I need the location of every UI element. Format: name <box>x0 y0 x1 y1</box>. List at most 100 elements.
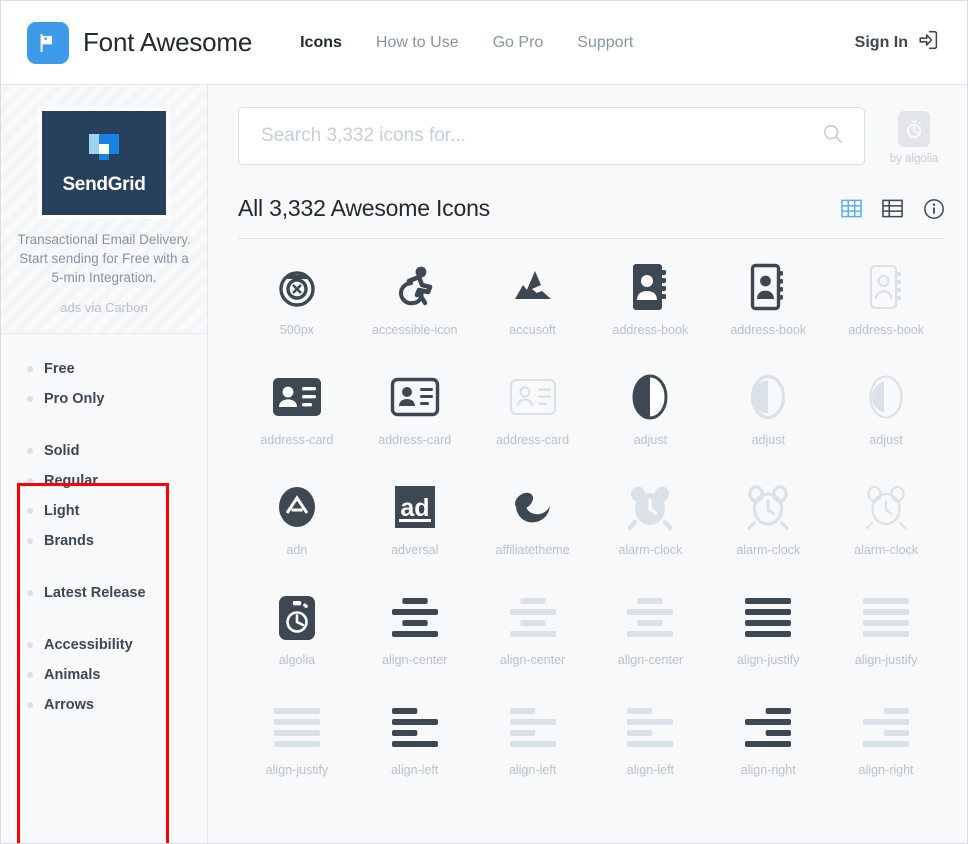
icon-tile[interactable]: address-book <box>592 243 710 353</box>
search-box[interactable] <box>238 107 865 165</box>
adjust-icon <box>628 369 672 425</box>
icon-tile[interactable]: address-card <box>238 353 356 463</box>
brand-logo-link[interactable]: Font Awesome <box>27 21 252 64</box>
results-header: All 3,332 Awesome Icons <box>238 195 945 239</box>
facet-free[interactable]: Free <box>1 354 207 384</box>
icon-tile[interactable]: address-book <box>709 243 827 353</box>
facet-group-categories: Accessibility Animals Arrows <box>1 630 207 720</box>
nav-item-support[interactable]: Support <box>577 34 633 52</box>
list-view-icon[interactable] <box>882 198 903 219</box>
icon-tile[interactable]: align-right <box>709 683 827 793</box>
icon-label: align-center <box>617 653 684 667</box>
bullet-icon <box>27 366 33 372</box>
icon-tile[interactable]: address-book <box>827 243 945 353</box>
icon-tile[interactable]: adjust <box>592 353 710 463</box>
nav-item-icons[interactable]: Icons <box>300 34 342 52</box>
facet-label: Light <box>44 503 80 519</box>
sign-in-button[interactable]: Sign In <box>855 30 941 55</box>
sidebar: SendGrid Transactional Email Delivery. S… <box>1 85 208 843</box>
icon-label: alarm-clock <box>854 543 919 557</box>
icon-label: address-card <box>496 433 570 447</box>
icon-tile[interactable]: accessible-icon <box>356 243 474 353</box>
icon-tile[interactable]: align-center <box>592 573 710 683</box>
nav-item-go-pro[interactable]: Go Pro <box>493 34 544 52</box>
facet-label: Latest Release <box>44 585 146 601</box>
align-center-icon <box>390 589 440 645</box>
icon-tile[interactable]: align-left <box>356 683 474 793</box>
align-left-icon <box>390 699 440 755</box>
icon-tile[interactable]: ad adversal <box>356 463 474 573</box>
adjust-icon <box>746 369 790 425</box>
facet-pro-only[interactable]: Pro Only <box>1 384 207 414</box>
facet-filters: Free Pro Only Solid Regular Light Brands… <box>1 334 207 720</box>
search-icon[interactable] <box>822 123 844 150</box>
alarm-clock-icon <box>627 479 673 535</box>
icon-tile[interactable]: adn <box>238 463 356 573</box>
grid-view-icon[interactable] <box>841 198 862 219</box>
icon-label: adjust <box>633 433 668 447</box>
facet-solid[interactable]: Solid <box>1 436 207 466</box>
icon-tile[interactable]: adjust <box>709 353 827 463</box>
facet-animals[interactable]: Animals <box>1 660 207 690</box>
sendgrid-logo-icon <box>89 134 119 160</box>
bullet-icon <box>27 448 33 454</box>
icon-label: align-left <box>626 763 675 777</box>
icon-tile[interactable]: align-justify <box>827 573 945 683</box>
facet-light[interactable]: Light <box>1 496 207 526</box>
icon-label: algolia <box>278 653 315 667</box>
page-title: All 3,332 Awesome Icons <box>238 195 490 221</box>
alarm-clock-icon <box>863 479 909 535</box>
address-book-icon <box>630 259 670 315</box>
algolia-attribution[interactable]: by algolia <box>883 107 945 165</box>
icon-label: adjust <box>751 433 785 447</box>
icon-tile[interactable]: align-center <box>474 573 592 683</box>
algolia-caption: by algolia <box>889 153 939 165</box>
address-card-icon <box>507 369 559 425</box>
icon-tile[interactable]: alarm-clock <box>592 463 710 573</box>
facet-group-style: Solid Regular Light Brands <box>1 436 207 556</box>
facet-regular[interactable]: Regular <box>1 466 207 496</box>
info-circle-icon[interactable] <box>923 198 945 220</box>
algolia-stopwatch-icon <box>898 111 930 147</box>
adn-icon <box>274 479 320 535</box>
align-right-icon <box>861 699 911 755</box>
icon-tile[interactable]: alarm-clock <box>827 463 945 573</box>
icon-tile[interactable]: adjust <box>827 353 945 463</box>
icon-tile[interactable]: align-left <box>592 683 710 793</box>
search-row: by algolia <box>238 107 945 165</box>
icon-tile[interactable]: alarm-clock <box>709 463 827 573</box>
facet-group-release: Latest Release <box>1 578 207 608</box>
bullet-icon <box>27 538 33 544</box>
icon-tile[interactable]: address-card <box>356 353 474 463</box>
icon-tile[interactable]: align-center <box>356 573 474 683</box>
icon-label: 500px <box>279 323 314 337</box>
align-right-icon <box>743 699 793 755</box>
search-input[interactable] <box>259 124 822 148</box>
nav-item-how-to-use[interactable]: How to Use <box>376 34 459 52</box>
facet-brands[interactable]: Brands <box>1 526 207 556</box>
align-left-icon <box>508 699 558 755</box>
facet-latest-release[interactable]: Latest Release <box>1 578 207 608</box>
adversal-icon: ad <box>392 479 438 535</box>
icon-label: align-justify <box>265 763 329 777</box>
icon-label: accusoft <box>509 323 556 337</box>
facet-group-license: Free Pro Only <box>1 354 207 414</box>
icon-tile[interactable]: align-justify <box>709 573 827 683</box>
icon-tile[interactable]: affiliatetheme <box>474 463 592 573</box>
view-tools <box>841 198 945 220</box>
carbon-ad[interactable]: SendGrid Transactional Email Delivery. S… <box>1 85 207 334</box>
icon-tile[interactable]: align-right <box>827 683 945 793</box>
icon-tile[interactable]: align-left <box>474 683 592 793</box>
icon-tile[interactable]: align-justify <box>238 683 356 793</box>
facet-arrows[interactable]: Arrows <box>1 690 207 720</box>
icon-label: alarm-clock <box>618 543 683 557</box>
facet-label: Brands <box>44 533 94 549</box>
sign-in-icon <box>917 30 941 55</box>
icon-tile[interactable]: algolia <box>238 573 356 683</box>
icon-tile[interactable]: accusoft <box>474 243 592 353</box>
icon-label: address-card <box>378 433 452 447</box>
icon-tile[interactable]: 500px <box>238 243 356 353</box>
main-content: by algolia All 3,332 Awesome Icons <box>208 85 967 843</box>
icon-tile[interactable]: address-card <box>474 353 592 463</box>
facet-accessibility[interactable]: Accessibility <box>1 630 207 660</box>
